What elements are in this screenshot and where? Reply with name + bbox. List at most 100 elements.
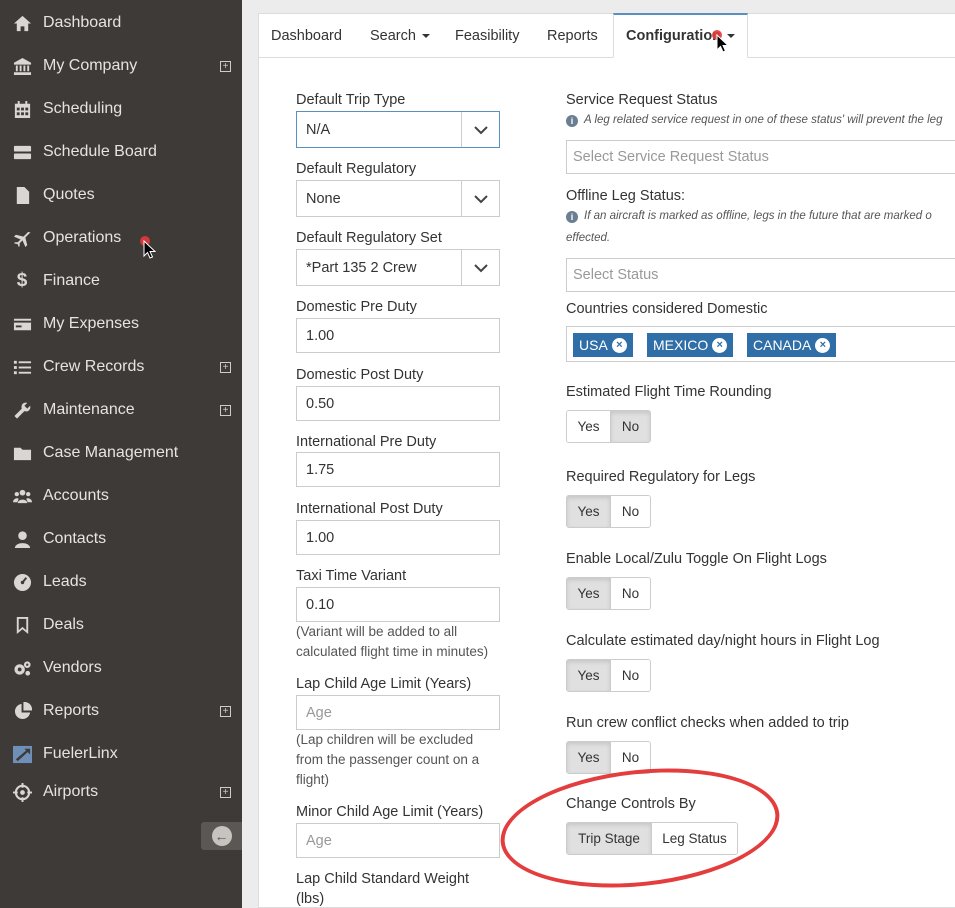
tag-label: MEXICO xyxy=(653,337,709,353)
chevron-down-icon xyxy=(461,181,499,216)
info-text: A leg related service request in one of … xyxy=(584,114,943,126)
tab-label: Feasibility xyxy=(455,28,520,44)
sidebar-item-reports[interactable]: Reports + xyxy=(0,691,242,731)
taxi-time-variant-input[interactable]: 0.10 xyxy=(296,587,500,622)
users-icon xyxy=(11,485,33,507)
sidebar-item-deals[interactable]: Deals xyxy=(0,605,242,645)
tab-label: Configuration xyxy=(626,28,722,44)
sidebar-item-label: My Expenses xyxy=(43,315,140,332)
sidebar-item-label: Reports xyxy=(43,702,100,719)
international-pre-duty-input[interactable]: 1.75 xyxy=(296,452,500,487)
chevron-down-icon xyxy=(461,112,499,147)
sidebar-item-fuelerlinx[interactable]: FuelerLinx xyxy=(0,734,242,774)
yes-option[interactable]: Yes xyxy=(567,578,610,609)
remove-tag-icon[interactable]: × xyxy=(815,337,831,353)
document-icon xyxy=(11,184,33,206)
flight-time-rounding-label: Estimated Flight Time Rounding xyxy=(566,384,772,400)
countries-domestic-select[interactable]: USA × MEXICO × CANADA × xyxy=(566,326,955,362)
tab-dashboard[interactable]: Dashboard xyxy=(259,14,354,58)
sidebar-item-scheduling[interactable]: Scheduling xyxy=(0,89,242,129)
cursor-icon xyxy=(143,240,157,259)
sidebar-item-case-management[interactable]: Case Management xyxy=(0,433,242,473)
expand-icon[interactable]: + xyxy=(220,361,231,373)
required-regulatory-toggle: Yes No xyxy=(566,495,651,528)
sidebar-item-label: Maintenance xyxy=(43,401,135,418)
info-icon: i xyxy=(566,211,578,223)
gauge-icon xyxy=(11,571,33,593)
sidebar-item-crew-records[interactable]: Crew Records + xyxy=(0,347,242,387)
bank-icon xyxy=(11,55,33,77)
sidebar-item-leads[interactable]: Leads xyxy=(0,562,242,602)
sidebar-item-airports[interactable]: Airports + xyxy=(0,772,242,812)
sidebar-item-quotes[interactable]: Quotes xyxy=(0,175,242,215)
minor-child-age-limit-label: Minor Child Age Limit (Years) xyxy=(296,804,484,820)
tab-search[interactable]: Search xyxy=(358,14,442,58)
yes-option[interactable]: Yes xyxy=(567,742,610,773)
day-night-hours-label: Calculate estimated day/night hours in F… xyxy=(566,633,880,649)
sidebar-item-schedule-board[interactable]: Schedule Board xyxy=(0,132,242,172)
no-option[interactable]: No xyxy=(610,496,650,527)
sidebar-item-accounts[interactable]: Accounts xyxy=(0,476,242,516)
default-regulatory-select[interactable]: None xyxy=(296,180,500,217)
lap-child-standard-weight-label: Lap Child Standard Weight xyxy=(296,871,470,887)
no-option[interactable]: No xyxy=(610,411,650,442)
sidebar-item-label: Vendors xyxy=(43,659,102,676)
sidebar-item-label: Deals xyxy=(43,616,84,633)
tab-reports[interactable]: Reports xyxy=(535,14,610,58)
yes-option[interactable]: Yes xyxy=(567,496,610,527)
select-value: *Part 135 2 Crew xyxy=(306,259,417,276)
international-post-duty-input[interactable]: 1.00 xyxy=(296,520,500,555)
domestic-post-duty-input[interactable]: 0.50 xyxy=(296,386,500,421)
domestic-pre-duty-input[interactable]: 1.00 xyxy=(296,318,500,353)
collapse-sidebar-button[interactable]: ← xyxy=(201,822,242,850)
sidebar-item-dashboard[interactable]: Dashboard xyxy=(0,3,242,43)
no-option[interactable]: No xyxy=(610,578,650,609)
crosshair-icon xyxy=(11,781,33,803)
note-line: calculated flight time in minutes) xyxy=(296,644,489,659)
sidebar: Dashboard My Company + Scheduling Schedu… xyxy=(0,0,242,908)
yes-option[interactable]: Yes xyxy=(567,411,610,442)
minor-child-age-limit-input[interactable]: Age xyxy=(296,823,500,858)
local-zulu-toggle-label: Enable Local/Zulu Toggle On Flight Logs xyxy=(566,551,827,567)
expand-icon[interactable]: + xyxy=(220,60,231,72)
sidebar-item-label: Operations xyxy=(43,229,122,246)
chevron-down-icon xyxy=(461,250,499,285)
bookmark-icon xyxy=(11,614,33,636)
expand-icon[interactable]: + xyxy=(220,786,231,798)
remove-tag-icon[interactable]: × xyxy=(611,337,627,353)
sidebar-item-label: Accounts xyxy=(43,487,109,504)
international-post-duty-label: International Post Duty xyxy=(296,501,443,517)
sidebar-item-label: Airports xyxy=(43,783,99,800)
expand-icon[interactable]: + xyxy=(220,404,231,416)
sidebar-item-operations[interactable]: Operations xyxy=(0,218,242,258)
sidebar-item-vendors[interactable]: Vendors xyxy=(0,648,242,688)
expand-icon[interactable]: + xyxy=(220,705,231,717)
service-request-status-select[interactable]: Select Service Request Status xyxy=(566,140,955,174)
yes-option[interactable]: Yes xyxy=(567,660,610,691)
tab-label: Dashboard xyxy=(271,28,342,44)
sidebar-item-finance[interactable]: $ Finance xyxy=(0,261,242,301)
fuelerlinx-icon xyxy=(11,743,33,765)
lap-child-age-limit-input[interactable]: Age xyxy=(296,695,500,730)
sidebar-item-contacts[interactable]: Contacts xyxy=(0,519,242,559)
service-request-status-info: i A leg related service request in one of… xyxy=(566,114,942,127)
tab-feasibility[interactable]: Feasibility xyxy=(443,14,531,58)
country-tag: CANADA × xyxy=(747,333,837,357)
no-option[interactable]: No xyxy=(610,660,650,691)
sidebar-item-maintenance[interactable]: Maintenance + xyxy=(0,390,242,430)
default-regulatory-set-select[interactable]: *Part 135 2 Crew xyxy=(296,249,500,286)
sidebar-item-label: Contacts xyxy=(43,530,107,547)
sidebar-item-my-expenses[interactable]: My Expenses xyxy=(0,304,242,344)
folder-icon xyxy=(11,442,33,464)
domestic-pre-duty-label: Domestic Pre Duty xyxy=(296,299,417,315)
home-icon xyxy=(11,12,33,34)
sidebar-item-my-company[interactable]: My Company + xyxy=(0,46,242,86)
default-trip-type-select[interactable]: N/A xyxy=(296,111,500,148)
calendar-icon xyxy=(11,98,33,120)
sidebar-item-label: Schedule Board xyxy=(43,143,157,160)
flight-time-rounding-toggle: Yes No xyxy=(566,410,651,443)
country-tag: MEXICO × xyxy=(647,333,734,357)
remove-tag-icon[interactable]: × xyxy=(712,337,728,353)
offline-leg-status-select[interactable]: Select Status xyxy=(566,258,955,292)
arrow-left-icon: ← xyxy=(211,826,232,846)
